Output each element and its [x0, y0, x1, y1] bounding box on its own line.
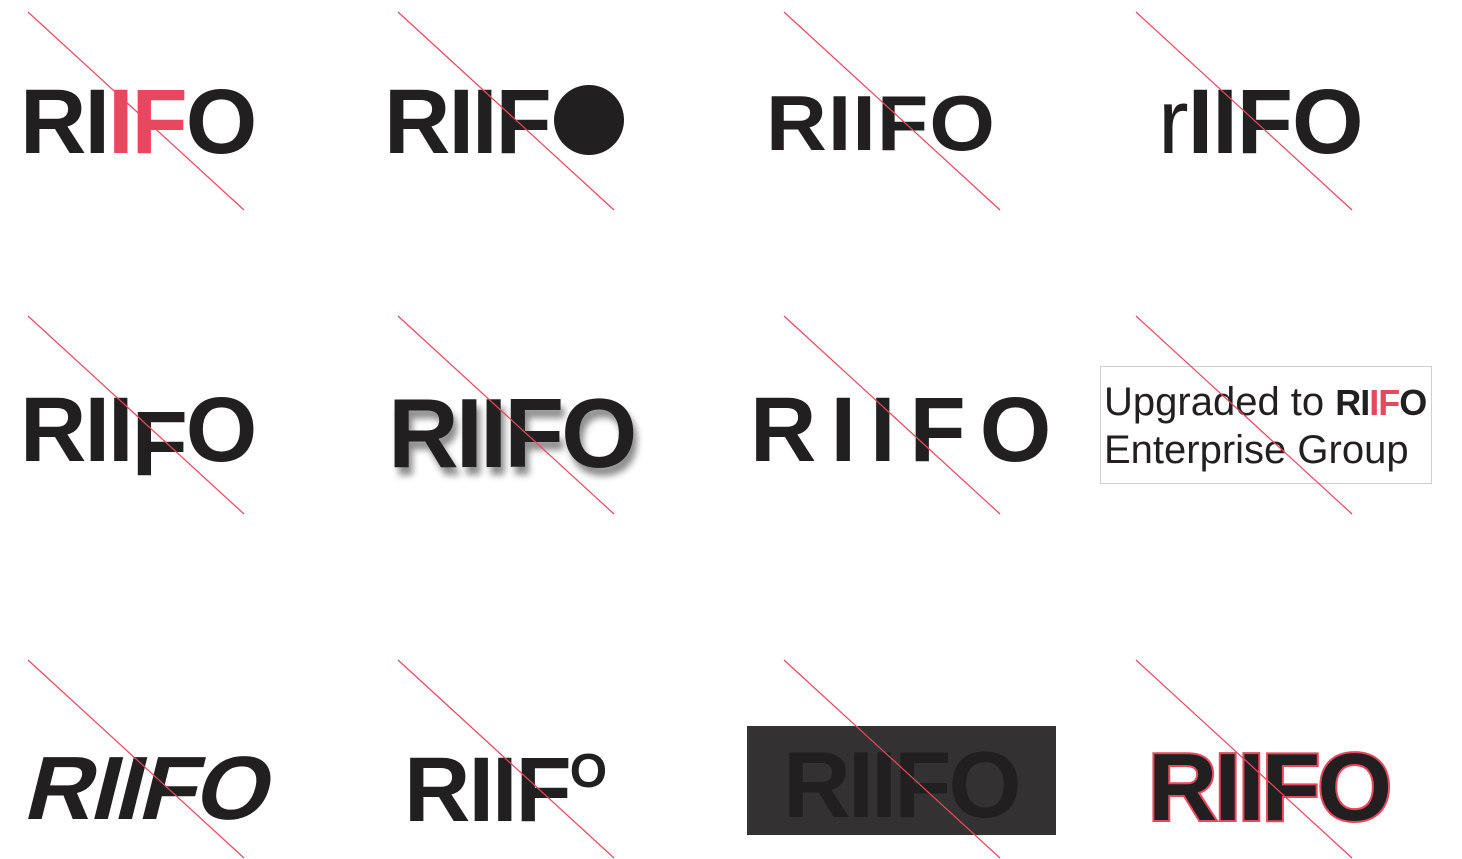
riifo-logo: RIIFO — [783, 732, 1022, 837]
logo-part: O — [1399, 382, 1427, 423]
logo-part: IIFO — [1187, 71, 1364, 173]
logo-part: RII — [20, 379, 134, 481]
riifo-logo: RIIFO — [766, 84, 996, 162]
logo-part-dropped: F — [131, 393, 188, 495]
riifo-logo: RIIFO — [1146, 734, 1394, 841]
riifo-logo: RIIFO — [20, 71, 258, 173]
inline-text-line-1: Upgraded to RIIFO — [1104, 380, 1427, 425]
logo-part: RIIFO — [750, 379, 1066, 481]
riifo-logo: RIIFO — [388, 378, 637, 488]
riifo-logo: RIIFO — [404, 739, 607, 841]
riifo-logo: RIIF — [384, 76, 624, 168]
logo-part: RIIFO — [766, 79, 997, 167]
logo-part-red: IF — [108, 71, 188, 173]
logo-part: RI — [1335, 382, 1370, 423]
filled-circle-icon — [553, 85, 624, 155]
riifo-logo: RIIFO — [16, 739, 284, 839]
logo-part-thin: r — [1158, 71, 1189, 173]
inline-text-line-2: Enterprise Group — [1104, 428, 1409, 472]
logo-part-small: O — [569, 745, 607, 798]
riifo-logo: RIIFO — [750, 384, 1065, 476]
logo-part: RIIF — [404, 739, 572, 841]
upgraded-text: Upgraded to — [1104, 380, 1336, 424]
logo-part: RIIFO — [388, 378, 637, 488]
logo-part: RIIF — [384, 71, 552, 173]
logo-part: RI — [20, 71, 110, 173]
logo-part-red: IF — [1369, 382, 1400, 423]
riifo-logo: rIIFO — [1158, 71, 1364, 173]
logo-part: O — [185, 71, 258, 173]
logo-part: RIIFO — [16, 739, 284, 839]
riifo-mini-logo: RIIFO — [1335, 382, 1427, 423]
logo-part: RIIFO — [783, 732, 1022, 837]
logo-part: RIIFO — [1146, 734, 1394, 841]
logo-part: O — [185, 379, 258, 481]
riifo-logo: RIIFO — [20, 379, 258, 490]
